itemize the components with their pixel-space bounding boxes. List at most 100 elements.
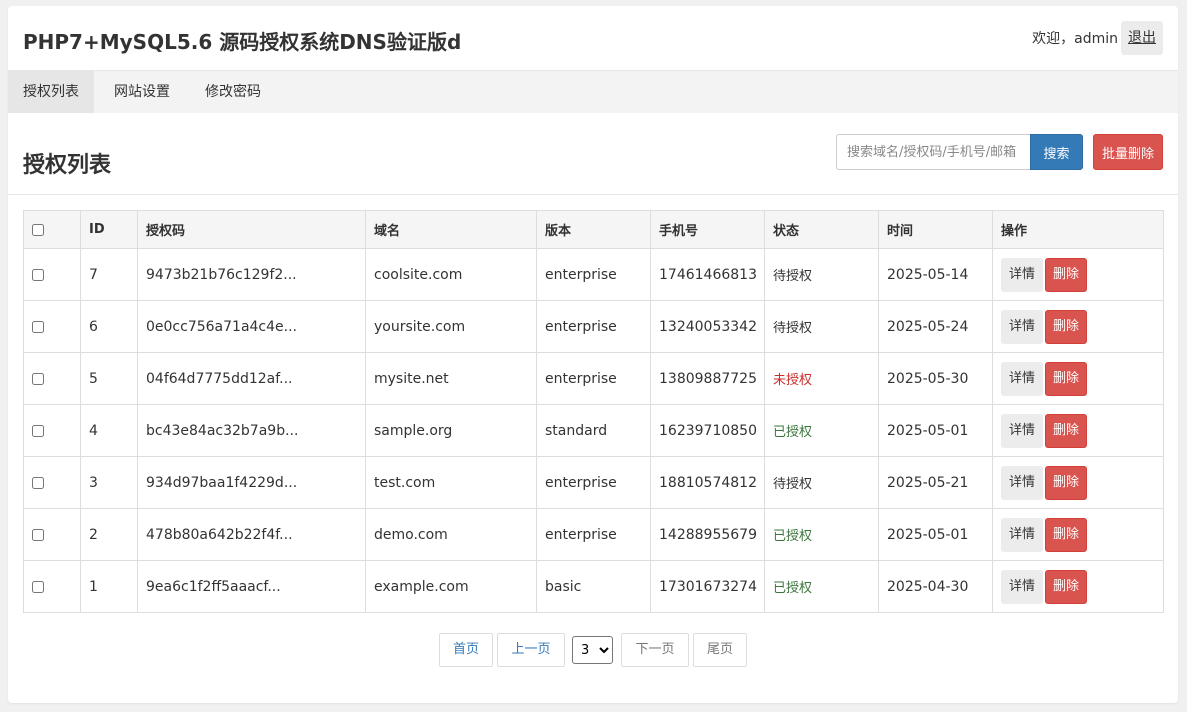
row-version: enterprise: [536, 248, 651, 301]
tab-change-password[interactable]: 修改密码: [195, 71, 271, 113]
delete-button[interactable]: 删除: [1045, 361, 1087, 396]
detail-button[interactable]: 详情: [1001, 413, 1043, 448]
row-license-code: 9ea6c1f2ff5aaacf...: [137, 560, 366, 613]
row-date: 2025-05-21: [878, 456, 993, 509]
first-page-button[interactable]: 首页: [439, 633, 493, 667]
row-id: 5: [80, 352, 138, 405]
row-checkbox[interactable]: [32, 424, 44, 437]
row-id: 3: [80, 456, 138, 509]
row-select-cell: [23, 456, 81, 509]
row-actions: 详情 删除: [992, 352, 1164, 405]
row-phone: 13809887725: [650, 352, 765, 405]
row-date: 2025-05-01: [878, 508, 993, 561]
row-domain: coolsite.com: [365, 248, 537, 301]
row-select-cell: [23, 508, 81, 561]
row-select-cell: [23, 248, 81, 301]
tab-site-settings[interactable]: 网站设置: [104, 71, 180, 113]
table-row: 2 478b80a642b22f4f... demo.com enterprise 14…: [23, 508, 1164, 561]
row-version: enterprise: [536, 300, 651, 353]
delete-button[interactable]: 删除: [1045, 569, 1087, 604]
row-actions: 详情 删除: [992, 456, 1164, 509]
table-row: 3 934d97baa1f4229d... test.com enterprise 18…: [23, 456, 1164, 509]
status-badge: 待授权: [773, 321, 813, 336]
last-page-button[interactable]: 尾页: [693, 633, 747, 667]
row-select-cell: [23, 560, 81, 613]
column-header: ID: [80, 210, 138, 249]
row-domain: mysite.net: [365, 352, 537, 405]
nav-bar: 授权列表 网站设置 修改密码: [8, 71, 1178, 113]
prev-page-button[interactable]: 上一页: [497, 633, 565, 667]
status-badge: 已授权: [773, 529, 813, 544]
select-all-checkbox[interactable]: [32, 223, 44, 236]
column-header: 授权码: [137, 210, 366, 249]
next-page-button[interactable]: 下一页: [621, 633, 689, 667]
select-all-cell: [23, 210, 81, 249]
delete-button[interactable]: 删除: [1045, 413, 1087, 448]
row-actions: 详情 删除: [992, 508, 1164, 561]
row-select-cell: [23, 300, 81, 353]
row-checkbox[interactable]: [32, 320, 44, 333]
detail-button[interactable]: 详情: [1001, 309, 1043, 344]
tab-license-list[interactable]: 授权列表: [8, 71, 94, 113]
row-id: 4: [80, 404, 138, 457]
delete-button[interactable]: 删除: [1045, 465, 1087, 500]
table-row: 4 bc43e84ac32b7a9b... sample.org standard 16…: [23, 404, 1164, 457]
status-badge: 待授权: [773, 269, 813, 284]
row-license-code: 0e0cc756a71a4c4e...: [137, 300, 366, 353]
row-status-cell: 待授权: [764, 248, 879, 301]
bulk-delete-button[interactable]: 批量删除: [1093, 134, 1163, 170]
detail-button[interactable]: 详情: [1001, 465, 1043, 500]
detail-button[interactable]: 详情: [1001, 517, 1043, 552]
row-phone: 13240053342: [650, 300, 765, 353]
row-domain: test.com: [365, 456, 537, 509]
row-checkbox[interactable]: [32, 476, 44, 489]
row-version: standard: [536, 404, 651, 457]
row-phone: 14288955679: [650, 508, 765, 561]
detail-button[interactable]: 详情: [1001, 361, 1043, 396]
search-input[interactable]: [836, 134, 1032, 170]
top-header: PHP7+MySQL5.6 源码授权系统DNS验证版d 欢迎，admin 退出: [8, 6, 1178, 71]
detail-button[interactable]: 详情: [1001, 257, 1043, 292]
column-header: 域名: [365, 210, 537, 249]
row-select-cell: [23, 352, 81, 405]
table-row: 5 04f64d7775dd12af... mysite.net enterprise…: [23, 352, 1164, 405]
welcome-text: 欢迎，admin: [1032, 31, 1118, 47]
row-checkbox[interactable]: [32, 372, 44, 385]
row-status-cell: 已授权: [764, 560, 879, 613]
delete-button[interactable]: 删除: [1045, 257, 1087, 292]
row-license-code: 934d97baa1f4229d...: [137, 456, 366, 509]
row-date: 2025-05-24: [878, 300, 993, 353]
row-date: 2025-05-01: [878, 404, 993, 457]
status-badge: 已授权: [773, 581, 813, 596]
row-status-cell: 已授权: [764, 404, 879, 457]
row-phone: 17461466813: [650, 248, 765, 301]
row-status-cell: 未授权: [764, 352, 879, 405]
page-container: PHP7+MySQL5.6 源码授权系统DNS验证版d 欢迎，admin 退出 …: [8, 6, 1178, 703]
table-header-row: ID 授权码 域名 版本 手机号 状态 时间 操作: [23, 210, 1164, 249]
row-checkbox[interactable]: [32, 268, 44, 281]
row-actions: 详情 删除: [992, 404, 1164, 457]
delete-button[interactable]: 删除: [1045, 309, 1087, 344]
status-badge: 已授权: [773, 425, 813, 440]
row-phone: 18810574812: [650, 456, 765, 509]
row-checkbox[interactable]: [32, 528, 44, 541]
site-title: PHP7+MySQL5.6 源码授权系统DNS验证版d: [23, 30, 462, 54]
row-checkbox[interactable]: [32, 580, 44, 593]
column-header: 操作: [992, 210, 1164, 249]
row-version: enterprise: [536, 508, 651, 561]
detail-button[interactable]: 详情: [1001, 569, 1043, 604]
delete-button[interactable]: 删除: [1045, 517, 1087, 552]
row-actions: 详情 删除: [992, 248, 1164, 301]
logout-button[interactable]: 退出: [1121, 21, 1163, 55]
table-row: 7 9473b21b76c129f2... coolsite.com enterpri…: [23, 248, 1164, 301]
row-phone: 17301673274: [650, 560, 765, 613]
row-status-cell: 待授权: [764, 300, 879, 353]
row-select-cell: [23, 404, 81, 457]
row-date: 2025-05-14: [878, 248, 993, 301]
search-button[interactable]: 搜索: [1030, 134, 1083, 170]
column-header: 手机号: [650, 210, 765, 249]
row-domain: yoursite.com: [365, 300, 537, 353]
column-header: 版本: [536, 210, 651, 249]
page-select[interactable]: 3: [572, 636, 613, 664]
row-id: 1: [80, 560, 138, 613]
